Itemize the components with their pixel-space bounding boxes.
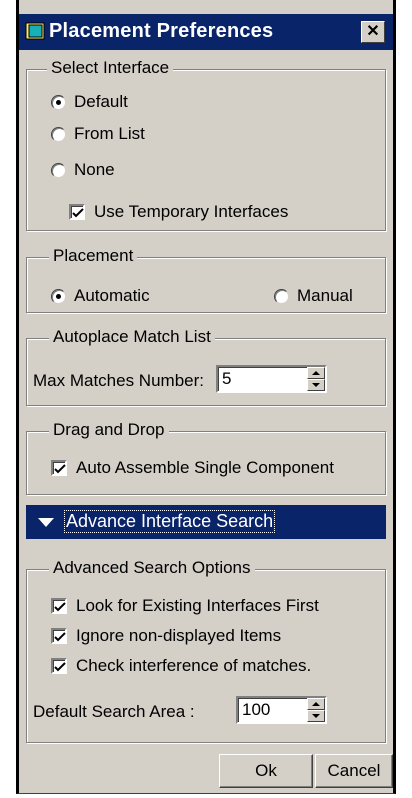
cancel-button[interactable]: Cancel bbox=[315, 754, 393, 788]
radio-automatic-indicator[interactable] bbox=[51, 288, 66, 304]
check-interference-checkbox[interactable]: Check interference of matches. bbox=[51, 656, 311, 676]
window-title: Placement Preferences bbox=[49, 20, 274, 42]
select-interface-group: Select Interface Default From List None … bbox=[26, 58, 386, 231]
search-area-down-button[interactable] bbox=[307, 710, 325, 722]
checkmark-icon bbox=[54, 602, 66, 612]
radio-from-list-indicator[interactable] bbox=[51, 126, 66, 142]
ignore-hidden-check-box[interactable] bbox=[51, 628, 67, 644]
search-area-text: Default Search Area : bbox=[33, 702, 195, 721]
radio-none-label: None bbox=[74, 160, 115, 179]
advance-interface-search-label[interactable]: Advance Interface Search bbox=[64, 510, 276, 533]
radio-automatic[interactable]: Automatic bbox=[51, 286, 150, 306]
drag-and-drop-label: Drag and Drop bbox=[49, 420, 169, 440]
checkmark-icon bbox=[54, 464, 66, 474]
use-temporary-interfaces-checkbox[interactable]: Use Temporary Interfaces bbox=[69, 202, 288, 222]
advanced-search-options-group: Advanced Search Options Look for Existin… bbox=[26, 558, 386, 743]
advance-interface-search-toggle[interactable]: Advance Interface Search bbox=[26, 505, 386, 539]
max-matches-text: Max Matches Number: bbox=[33, 371, 204, 390]
radio-manual[interactable]: Manual bbox=[274, 286, 353, 306]
use-temporary-check-box[interactable] bbox=[69, 204, 85, 220]
ignore-hidden-label: Ignore non-displayed Items bbox=[76, 626, 282, 645]
max-matches-stepper[interactable]: 5 bbox=[216, 365, 327, 393]
search-area-stepper[interactable]: 100 bbox=[236, 696, 327, 724]
check-interference-check-box[interactable] bbox=[51, 658, 67, 674]
radio-none[interactable]: None bbox=[51, 160, 115, 180]
radio-default-indicator[interactable] bbox=[51, 94, 66, 110]
drag-and-drop-group: Drag and Drop Auto Assemble Single Compo… bbox=[26, 420, 386, 495]
auto-assemble-label: Auto Assemble Single Component bbox=[76, 458, 334, 477]
title-bar[interactable]: Placement Preferences ✕ bbox=[19, 14, 393, 50]
auto-assemble-checkbox[interactable]: Auto Assemble Single Component bbox=[51, 458, 334, 478]
placement-group: Placement Automatic Manual bbox=[26, 246, 386, 313]
check-interference-label: Check interference of matches. bbox=[76, 656, 312, 675]
radio-automatic-label: Automatic bbox=[74, 286, 150, 305]
close-icon: ✕ bbox=[366, 23, 380, 40]
search-area-label: Default Search Area : bbox=[33, 702, 195, 722]
collapse-arrow-icon[interactable] bbox=[38, 518, 54, 527]
arrow-up-icon bbox=[312, 702, 320, 706]
ignore-hidden-checkbox[interactable]: Ignore non-displayed Items bbox=[51, 626, 281, 646]
window-icon bbox=[25, 22, 45, 40]
ok-button[interactable]: Ok bbox=[219, 754, 313, 788]
max-matches-up-button[interactable] bbox=[307, 367, 325, 379]
checkmark-icon bbox=[72, 208, 84, 218]
checkmark-icon bbox=[54, 632, 66, 642]
placement-preferences-dialog: Placement Preferences ✕ Select Interface… bbox=[16, 0, 396, 794]
max-matches-label: Max Matches Number: bbox=[33, 371, 204, 391]
arrow-down-icon bbox=[312, 714, 320, 718]
arrow-up-icon bbox=[312, 371, 320, 375]
use-temporary-label: Use Temporary Interfaces bbox=[94, 202, 289, 221]
search-area-value[interactable]: 100 bbox=[242, 700, 270, 720]
checkmark-icon bbox=[54, 662, 66, 672]
radio-from-list-label: From List bbox=[74, 124, 145, 143]
auto-assemble-check-box[interactable] bbox=[51, 460, 67, 476]
radio-none-indicator[interactable] bbox=[51, 162, 66, 178]
autoplace-label: Autoplace Match List bbox=[49, 327, 215, 347]
radio-manual-label: Manual bbox=[297, 286, 353, 305]
max-matches-down-button[interactable] bbox=[307, 379, 325, 391]
close-button[interactable]: ✕ bbox=[361, 21, 385, 43]
radio-default[interactable]: Default bbox=[51, 92, 128, 112]
max-matches-value[interactable]: 5 bbox=[222, 369, 231, 389]
look-existing-checkbox[interactable]: Look for Existing Interfaces First bbox=[51, 596, 319, 616]
search-area-up-button[interactable] bbox=[307, 698, 325, 710]
autoplace-match-list-group: Autoplace Match List Max Matches Number:… bbox=[26, 327, 386, 406]
radio-default-label: Default bbox=[74, 92, 128, 111]
look-existing-check-box[interactable] bbox=[51, 598, 67, 614]
placement-label: Placement bbox=[49, 246, 138, 266]
arrow-down-icon bbox=[312, 383, 320, 387]
look-existing-label: Look for Existing Interfaces First bbox=[76, 596, 319, 615]
select-interface-label: Select Interface bbox=[47, 58, 174, 78]
radio-from-list[interactable]: From List bbox=[51, 124, 145, 144]
radio-manual-indicator[interactable] bbox=[274, 288, 289, 304]
advanced-search-options-label: Advanced Search Options bbox=[49, 558, 255, 578]
